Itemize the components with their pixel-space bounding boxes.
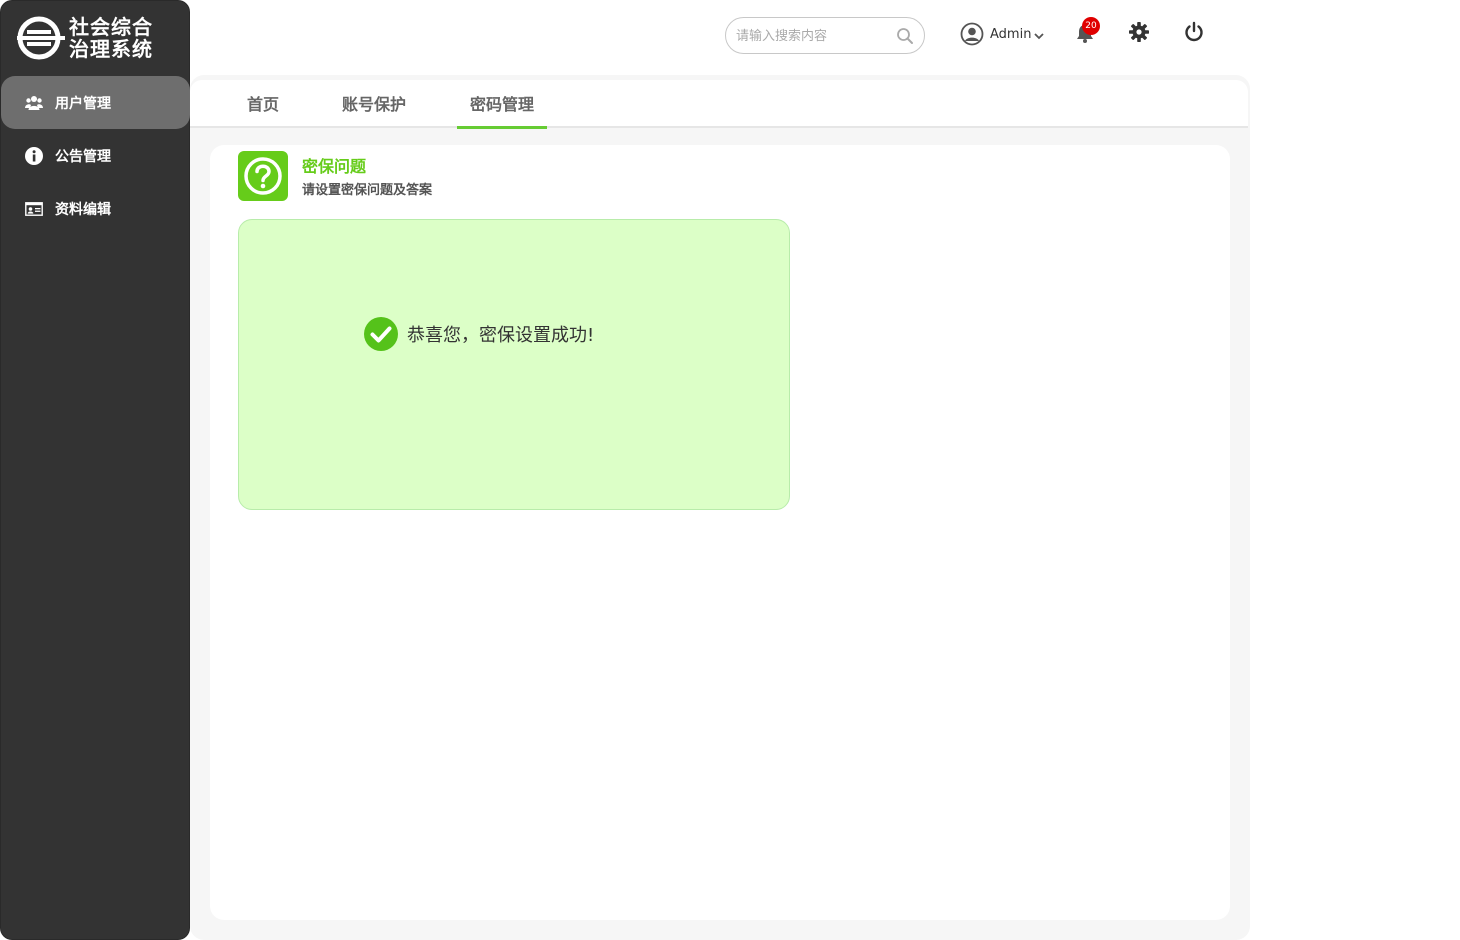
chevron-down-icon [1034, 32, 1045, 39]
logo-icon [17, 16, 65, 60]
success-text: 恭喜您，密保设置成功! [407, 325, 595, 346]
section-title: 密保问题 [302, 157, 367, 176]
tab-account-protection[interactable]: 账号保护 [336, 80, 412, 126]
tab-home[interactable]: 首页 [235, 80, 291, 126]
power-icon[interactable] [1183, 21, 1205, 43]
sidebar-item-profile-edit[interactable]: 资料编辑 [1, 182, 190, 235]
question-icon [238, 151, 288, 201]
top-bar: Admin 20 [190, 0, 1250, 75]
content-panel: 密保问题 请设置密保问题及答案 恭喜您，密保设置成功! [210, 145, 1230, 920]
id-card-icon [25, 200, 43, 218]
sidebar-nav: 用户管理 公告管理 资料编辑 [1, 76, 190, 235]
search-icon[interactable] [896, 27, 914, 45]
section-header: 密保问题 请设置密保问题及答案 [238, 151, 432, 201]
success-message: 恭喜您，密保设置成功! [363, 316, 594, 352]
user-name: Admin [990, 26, 1032, 42]
success-box: 恭喜您，密保设置成功! [238, 219, 790, 510]
info-icon [25, 146, 43, 165]
main-content: 首页 账号保护 密码管理 密保问题 请设置密保问题及答案 恭喜您，密保设置成功! [190, 75, 1250, 940]
sidebar-item-label: 公告管理 [55, 148, 111, 165]
section-text: 密保问题 请设置密保问题及答案 [302, 153, 432, 201]
sidebar-item-label: 资料编辑 [55, 201, 111, 218]
app-title: 社会综合 治理系统 [69, 16, 153, 60]
notification-badge: 20 [1082, 17, 1100, 35]
section-subtitle: 请设置密保问题及答案 [302, 183, 433, 198]
search-box [725, 17, 925, 54]
sidebar-item-user-management[interactable]: 用户管理 [1, 76, 190, 129]
tab-password-management[interactable]: 密码管理 [457, 80, 547, 129]
gear-icon[interactable] [1128, 21, 1150, 43]
tab-bar: 首页 账号保护 密码管理 [190, 80, 1248, 129]
app-title-line2: 治理系统 [69, 37, 153, 61]
app-logo[interactable]: 社会综合 治理系统 [15, 15, 153, 61]
sidebar-item-label: 用户管理 [55, 95, 111, 112]
app-title-line1: 社会综合 [69, 15, 153, 39]
sidebar-item-announcements[interactable]: 公告管理 [1, 129, 190, 182]
users-icon [25, 94, 43, 112]
sidebar: 社会综合 治理系统 用户管理 公告管理 资料编辑 [0, 0, 190, 940]
check-circle-icon [364, 317, 398, 351]
user-menu[interactable]: Admin [960, 22, 1045, 46]
avatar-icon [960, 22, 984, 46]
search-input[interactable] [736, 26, 886, 46]
